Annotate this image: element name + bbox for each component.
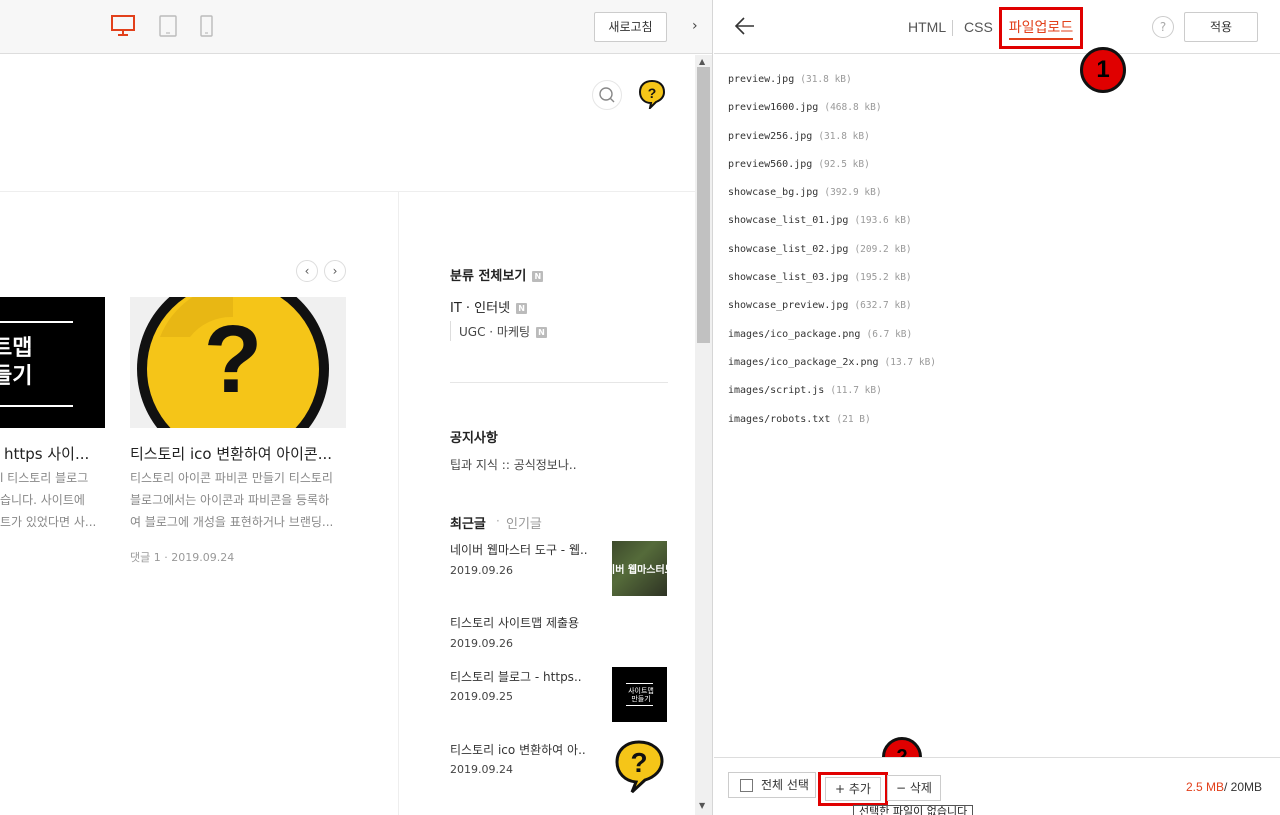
add-file-button[interactable]: + 추가	[825, 777, 881, 801]
panel-header: HTML CSS 파일업로드 ? 적용	[714, 0, 1280, 54]
file-item[interactable]: images/robots.txt (21 B)	[728, 406, 936, 434]
popular-tab[interactable]: 인기글	[506, 513, 542, 532]
checkbox-icon[interactable]	[740, 779, 753, 792]
file-panel: HTML CSS 파일업로드 ? 적용 1 preview.jpg (31.8 …	[714, 0, 1280, 815]
file-item[interactable]: preview.jpg (31.8 kB)	[728, 66, 936, 94]
recent-post-date: 2019.09.26	[450, 564, 513, 577]
file-item[interactable]: showcase_preview.jpg (632.7 kB)	[728, 292, 936, 320]
select-all-checkbox[interactable]: 전체 선택	[728, 772, 816, 798]
thumbnail-text: 트맵	[0, 336, 33, 361]
category-link[interactable]: IT · 인터넷 N	[450, 297, 528, 316]
callout-marker: 1	[1080, 47, 1126, 93]
post-meta: 댓글 1 · 2019.09.24	[130, 551, 235, 564]
panel-footer: 전체 선택 + 추가 − 삭제 선택한 파일이 없습니다 2.5 MB/ 20M…	[714, 757, 1280, 815]
new-badge: N	[516, 303, 528, 314]
post-excerpt: 티스토리 아이콘 파비콘 만들기 티스토리 블로그에서는 아이콘과 파비콘을 등…	[130, 471, 334, 529]
recent-post-thumbnail[interactable]: 사이트맵 만들기	[612, 667, 667, 722]
recent-post-date: 2019.09.26	[450, 637, 513, 650]
svg-text:?: ?	[204, 306, 263, 413]
post-thumbnail[interactable]: 트맵 들기	[0, 297, 105, 428]
scroll-up-icon[interactable]: ▲	[699, 57, 705, 66]
collapse-panel-icon[interactable]: ›	[692, 18, 698, 34]
new-badge: N	[536, 327, 548, 338]
svg-text:?: ?	[630, 747, 647, 778]
notice-item[interactable]: 팁과 지식 :: 공식정보나..	[450, 456, 577, 473]
file-item[interactable]: preview560.jpg (92.5 kB)	[728, 151, 936, 179]
file-item[interactable]: showcase_list_03.jpg (195.2 kB)	[728, 264, 936, 292]
content-divider	[398, 192, 399, 815]
post-title[interactable]: https 사이...	[4, 443, 89, 464]
mobile-icon[interactable]	[200, 15, 213, 41]
file-item[interactable]: preview256.jpg (31.8 kB)	[728, 123, 936, 151]
category-all-link[interactable]: 분류 전체보기 N	[450, 265, 544, 284]
apply-button[interactable]: 적용	[1184, 12, 1258, 42]
recent-post-thumbnail[interactable]: 이버 웹마스터도	[612, 541, 667, 596]
question-bubble-thumbnail[interactable]: ?	[130, 297, 346, 428]
tree-line	[450, 321, 451, 341]
refresh-button[interactable]: 새로고침	[594, 12, 667, 42]
file-item[interactable]: showcase_list_02.jpg (209.2 kB)	[728, 236, 936, 264]
preview-toolbar: 새로고침 ›	[0, 0, 712, 54]
file-item[interactable]: showcase_bg.jpg (392.9 kB)	[728, 179, 936, 207]
tab-css[interactable]: CSS	[964, 19, 993, 35]
storage-quota: 2.5 MB/ 20MB	[1185, 780, 1262, 794]
file-item[interactable]: images/ico_package.png (6.7 kB)	[728, 321, 936, 349]
scroll-thumb[interactable]	[697, 67, 710, 343]
post-excerpt: l 티스토리 블로그 습니다. 사이트에 트가 있었다면 사...	[0, 471, 97, 529]
notice-heading: 공지사항	[450, 431, 498, 446]
blog-preview: ? ‹ › 트맵 들기 ?	[0, 55, 695, 815]
tab-separator: ·	[496, 514, 500, 528]
tab-file-upload[interactable]: 파일업로드	[999, 7, 1083, 49]
search-icon[interactable]	[592, 80, 622, 110]
question-bubble-icon[interactable]: ?	[612, 738, 668, 794]
recent-post-date: 2019.09.24	[450, 763, 513, 776]
recent-tab[interactable]: 최근글	[450, 513, 486, 532]
file-item[interactable]: images/ico_package_2x.png (13.7 kB)	[728, 349, 936, 377]
recent-post-title[interactable]: 티스토리 ico 변환하여 아..	[450, 741, 590, 758]
recent-post-title[interactable]: 네이버 웹마스터 도구 - 웹..	[450, 541, 590, 558]
file-list: preview.jpg (31.8 kB) preview1600.jpg (4…	[728, 66, 936, 434]
blog-header: ?	[0, 55, 695, 192]
post-title[interactable]: 티스토리 ico 변환하여 아이콘...	[130, 443, 332, 464]
slider-prev-button[interactable]: ‹	[296, 260, 318, 282]
file-item[interactable]: preview1600.jpg (468.8 kB)	[728, 94, 936, 122]
question-bubble-icon[interactable]: ?	[638, 79, 666, 113]
slider-next-button[interactable]: ›	[324, 260, 346, 282]
tooltip: 선택한 파일이 없습니다	[853, 805, 974, 815]
delete-file-button[interactable]: − 삭제	[887, 775, 941, 801]
subcategory-link[interactable]: UGC · 마케팅 N	[459, 323, 548, 340]
tab-html[interactable]: HTML	[908, 19, 946, 35]
scroll-down-icon[interactable]: ▼	[699, 801, 705, 810]
theme-editor: 새로고침 › ? ‹ › 트맵 들기	[0, 0, 1280, 815]
file-item[interactable]: images/script.js (11.7 kB)	[728, 377, 936, 405]
recent-post-date: 2019.09.25	[450, 690, 513, 703]
file-item[interactable]: showcase_list_01.jpg (193.6 kB)	[728, 207, 936, 235]
tab-separator	[952, 20, 953, 36]
tablet-icon[interactable]	[159, 15, 177, 41]
back-arrow-icon[interactable]	[734, 12, 756, 44]
recent-post-title[interactable]: 티스토리 사이트맵 제출용	[450, 614, 590, 631]
svg-text:?: ?	[648, 85, 657, 101]
preview-pane: 새로고침 › ? ‹ › 트맵 들기	[0, 0, 713, 815]
new-badge: N	[532, 271, 544, 282]
preview-scrollbar[interactable]: ▲ ▼	[695, 55, 712, 815]
recent-post-title[interactable]: 티스토리 블로그 - https..	[450, 668, 590, 685]
thumbnail-text: 들기	[0, 364, 33, 389]
monitor-icon[interactable]	[111, 15, 135, 41]
divider	[450, 382, 668, 383]
add-file-highlight: + 추가	[818, 772, 888, 806]
help-button[interactable]: ?	[1152, 16, 1174, 38]
